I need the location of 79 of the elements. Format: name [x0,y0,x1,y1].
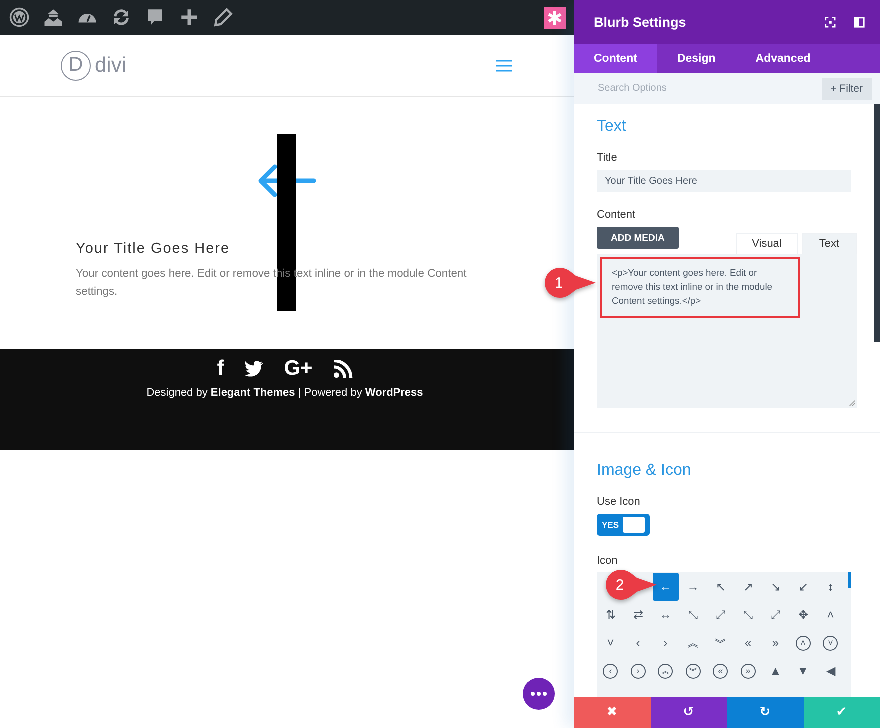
icon-option[interactable]: ˅ [598,629,624,657]
icon-option[interactable]: ↗ [736,573,761,601]
icon-option[interactable]: ⇄ [626,601,651,629]
action-button[interactable]: ↺ [650,697,727,728]
add-media-button[interactable]: ADD MEDIA [597,227,679,249]
blurb-title: Your Title Goes Here [76,241,232,257]
title-input[interactable]: Your Title Goes Here [597,170,851,192]
icon-option[interactable]: › [630,664,646,678]
callout-marker: 1 [543,267,597,299]
content-textarea[interactable]: <p>Your content goes here. Edit or remove this text inline or in the module Content settings.</p> [597,254,857,408]
icon-option[interactable]: → [680,573,706,601]
action-button[interactable]: ✖ [574,697,650,728]
panel-title: Blurb Settings [594,14,688,30]
settings-tab[interactable]: Content [574,44,658,73]
plus-icon[interactable] [179,7,200,28]
icon-option[interactable]: » [763,629,788,657]
search-bar[interactable]: Search Options + Filter [574,73,880,104]
field-label: Icon [597,555,619,567]
icon-option[interactable]: ← [653,573,678,601]
settings-tab[interactable]: Design [657,44,736,73]
icon-option[interactable]: ↖ [708,573,734,601]
settings-tab[interactable]: Advanced [736,44,831,73]
footer-credit: Designed by Elegant Themes | Powered by WordPress [146,387,424,399]
icon-option[interactable]: ↙ [790,573,816,601]
action-button[interactable]: ↻ [727,697,804,728]
menu-icon[interactable] [496,60,512,72]
section-heading: Image & Icon [597,462,692,480]
icon-option[interactable]: ✥ [790,601,816,629]
filter-button[interactable]: + Filter [822,78,872,100]
editor-tab[interactable]: Visual [736,233,798,254]
icon-option[interactable]: « [736,629,761,657]
scrollbar-thumb[interactable] [848,572,851,588]
icon-option[interactable]: › [653,629,678,657]
icon-option[interactable]: ︽ [680,629,706,657]
highlighted-code-text: <p>Your content goes here. Edit or remove this text inline or in the module Content settings.</p> [600,257,800,318]
icon-option[interactable]: « [713,664,728,678]
icon-option[interactable]: ⤡ [680,601,706,629]
field-label: Title [597,152,618,164]
icon-option[interactable]: ˅ [823,636,838,650]
icon-option[interactable]: ︾ [686,664,701,678]
icon-option[interactable]: ︾ [708,629,734,657]
icon-option[interactable]: ⇅ [598,601,624,629]
icon-option[interactable]: ↔ [653,601,678,629]
pencil-icon[interactable] [213,7,234,28]
toggle-label: YES [602,520,620,530]
icon-option[interactable]: ↘ [763,573,788,601]
icon-option[interactable]: ˄ [796,636,811,650]
icon-option[interactable]: ‹ [603,664,618,678]
icon-option[interactable]: ‹ [626,629,651,657]
icon-option[interactable]: ▼ [790,657,816,685]
icon-option[interactable]: ◀ [818,657,844,685]
refresh-icon[interactable] [111,7,132,28]
icon-option[interactable]: ↕ [818,573,844,601]
use-icon-toggle[interactable]: YES [597,514,650,536]
wordpress-logo-icon[interactable] [9,7,30,28]
rss-icon[interactable] [332,360,353,378]
resize-handle-icon[interactable] [849,400,856,407]
icon-option[interactable]: ˄ [818,601,844,629]
fullscreen-icon[interactable] [825,16,836,28]
icon-option[interactable]: ⤡ [736,601,761,629]
section-heading: Text [597,118,628,136]
toggle-knob[interactable] [623,517,646,533]
icon-option[interactable]: ⤢ [708,601,734,629]
sidebar-layout-icon[interactable] [854,16,865,28]
icon-option[interactable]: » [740,664,756,678]
more-options-button[interactable] [523,678,555,710]
houses-icon[interactable] [43,7,64,28]
icon-option[interactable]: ▲ [763,657,788,685]
social-icon[interactable]: f [217,357,224,381]
social-icon[interactable]: G+ [284,357,313,381]
field-label: Use Icon [597,496,642,508]
editor-tab[interactable]: Text [802,233,857,254]
icon-option[interactable]: ︽ [658,664,674,678]
callout-marker: 2 [604,569,658,601]
bird-icon[interactable] [244,360,264,378]
field-label: Content [597,209,637,221]
icon-option[interactable]: ⤢ [763,601,788,629]
scrollbar-thumb[interactable] [874,104,880,342]
asterisk-icon[interactable] [544,6,566,28]
